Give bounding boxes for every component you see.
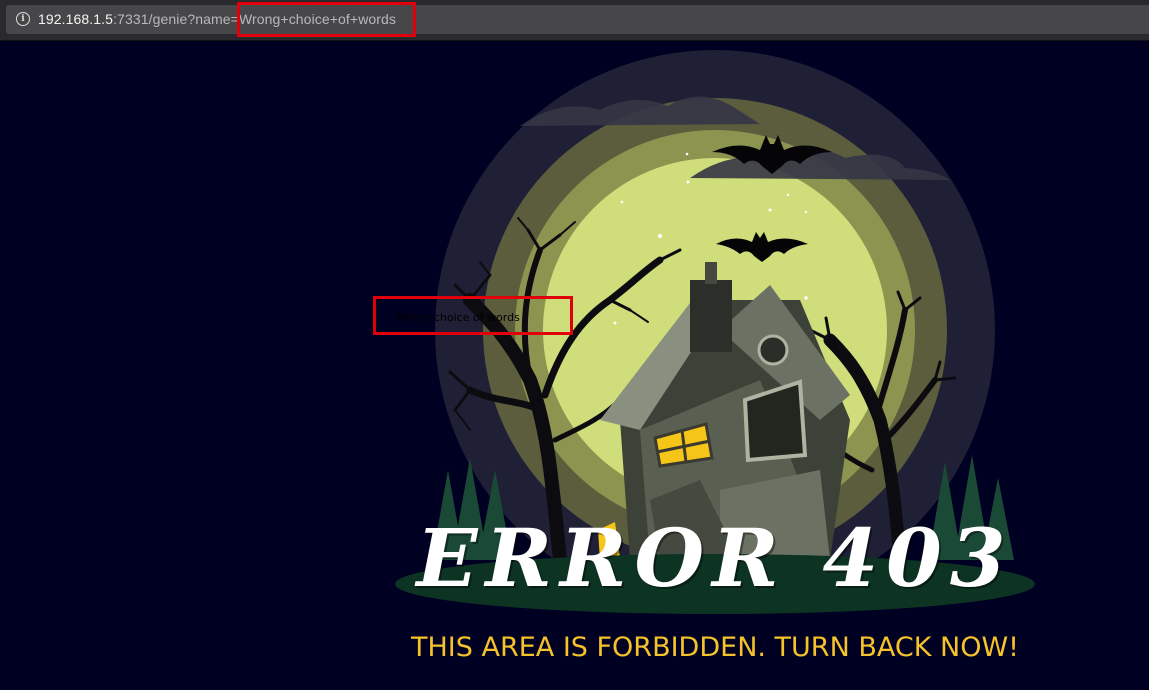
error-title: ERROR 403 <box>416 511 1014 605</box>
reflected-text-highlight-box <box>373 296 573 335</box>
forbidden-message: THIS AREA IS FORBIDDEN. TURN BACK NOW! <box>411 632 1019 663</box>
